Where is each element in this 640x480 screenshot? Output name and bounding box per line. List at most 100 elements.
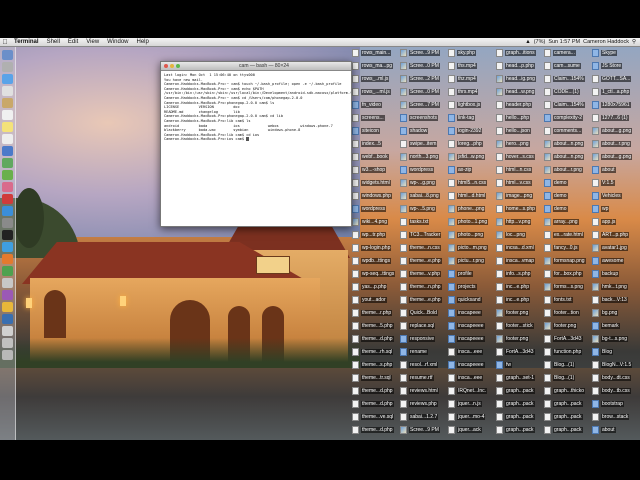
desktop-file-icon[interactable]: camera... xyxy=(544,48,590,57)
desktop-file-icon[interactable]: hmk...t.png xyxy=(592,282,638,291)
chrome-icon[interactable] xyxy=(2,266,13,276)
desktop-file-icon[interactable]: index...5 xyxy=(352,139,398,148)
desktop-file-icon[interactable]: about...g.png xyxy=(592,152,638,161)
desktop-file-icon[interactable]: theme...s.php xyxy=(352,360,398,369)
desktop-file-icon[interactable]: bg.png xyxy=(592,308,638,317)
desktop-file-icon[interactable]: siteicon xyxy=(352,126,398,135)
menu-terminal[interactable]: Terminal xyxy=(10,39,43,45)
desktop-file-icon[interactable]: footer.png xyxy=(496,308,542,317)
desktop-file-icon[interactable]: footer...tion xyxy=(544,308,590,317)
desktop-file-icon[interactable]: Quick...Bold xyxy=(400,308,446,317)
desktop-file-icon[interactable]: ART...p.php xyxy=(592,230,638,239)
terminal-output[interactable]: Last login: Mon Oct 1 15:06:40 on ttys00… xyxy=(161,71,351,226)
desktop-file-icon[interactable]: function.php xyxy=(544,347,590,356)
desktop-file-icon[interactable]: yout...ador xyxy=(352,295,398,304)
desktop-file-icon[interactable]: about...n.png xyxy=(544,152,590,161)
desktop-file-icon[interactable]: loc...png xyxy=(496,230,542,239)
menu-view[interactable]: View xyxy=(82,39,103,45)
app-icon[interactable] xyxy=(2,302,13,312)
desktop-file-icon[interactable]: widgets.html xyxy=(352,178,398,187)
desktop-file-icon[interactable]: forms...s.png xyxy=(544,282,590,291)
desktop-file-icon[interactable]: theme...n.css xyxy=(400,243,446,252)
desktop-file-icon[interactable]: quicksand xyxy=(448,295,494,304)
desktop-file-icon[interactable]: reviews.php xyxy=(400,399,446,408)
desktop-file-icon[interactable]: footer.png xyxy=(496,334,542,343)
desktop-file-icon[interactable]: rename xyxy=(400,347,446,356)
desktop-file-icon[interactable]: rows_...ml.js xyxy=(352,87,398,96)
desktop-file-icon[interactable]: wpdb...ttings xyxy=(352,256,398,265)
close-icon[interactable] xyxy=(164,64,168,68)
desktop-file-icon[interactable]: inscapeeee xyxy=(448,360,494,369)
desktop-file-icon[interactable]: complexity-2 xyxy=(544,113,590,122)
desktop-file-icon[interactable]: graph...pack xyxy=(496,412,542,421)
desktop-file-icon[interactable]: about...g.png xyxy=(592,126,638,135)
desktop-file-icon[interactable]: resol...rf.xml xyxy=(400,360,446,369)
desktop-file-icon[interactable]: thrs.mp4 xyxy=(448,87,494,96)
desktop-file-icon[interactable]: 1_ctl...a.php xyxy=(592,87,638,96)
desktop-file-icon[interactable]: head...w.png xyxy=(496,87,542,96)
desktop-file-icon[interactable]: theme...ve.sql xyxy=(352,412,398,421)
desktop-file-icon[interactable]: info...s.php xyxy=(496,269,542,278)
desktop-file-icon[interactable]: theme...rh.sql xyxy=(352,347,398,356)
desktop-file-icon[interactable]: sky.php xyxy=(448,48,494,57)
desktop-file-icon[interactable]: inc...e.php xyxy=(496,295,542,304)
desktop-file-icon[interactable]: profile xyxy=(448,269,494,278)
desktop-file-icon[interactable]: webf...book xyxy=(352,152,398,161)
mail-icon[interactable] xyxy=(2,86,13,96)
desktop-file-icon[interactable]: Scree...7 PM xyxy=(400,100,446,109)
desktop-file-icon[interactable]: wp...tr.php xyxy=(352,230,398,239)
desktop-file-icon[interactable]: hello...php xyxy=(496,113,542,122)
desktop-file-icon[interactable]: bg-t...s.png xyxy=(592,334,638,343)
desktop-file-icon[interactable]: fancy...0.js xyxy=(544,243,590,252)
desktop-file-icon[interactable]: rows_main... xyxy=(352,48,398,57)
terminal-icon[interactable] xyxy=(2,230,13,240)
desktop-file-icon[interactable]: about...r.png xyxy=(592,139,638,148)
desktop-file-icon[interactable]: resume.rtf xyxy=(400,373,446,382)
desktop-file-icon[interactable]: screenshots xyxy=(400,113,446,122)
desktop-file-icon[interactable]: head...ig.png xyxy=(496,74,542,83)
desktop-file-icon[interactable]: graph...pack xyxy=(544,399,590,408)
menu-help[interactable]: Help xyxy=(133,39,153,45)
desktop-file-icon[interactable]: insca...eee xyxy=(448,347,494,356)
desktop-file-icon[interactable]: wp-...g.png xyxy=(400,178,446,187)
menu-edit[interactable]: Edit xyxy=(64,39,82,45)
desktop-file-icon[interactable]: ths.mp4 xyxy=(448,61,494,70)
desktop-file-icon[interactable]: wordpress xyxy=(352,204,398,213)
desktop-file-icon[interactable]: tasks.txt xyxy=(400,217,446,226)
desktop-file-icon[interactable]: html...n.css xyxy=(496,165,542,174)
desktop-file-icon[interactable]: theme...r.php xyxy=(352,308,398,317)
desktop-file-icon[interactable]: Claim...154% xyxy=(544,100,590,109)
desktop-file-icon[interactable]: theme...d.php xyxy=(352,334,398,343)
desktop-file-icon[interactable]: brow...stack xyxy=(592,412,638,421)
preview-icon[interactable] xyxy=(2,278,13,288)
desktop-file-icon[interactable]: rows_ma...pg xyxy=(352,61,398,70)
desktop-file-icon[interactable]: responsive xyxy=(400,334,446,343)
desktop-file-icon[interactable]: phone...png xyxy=(448,204,494,213)
desktop-file-icon[interactable]: back...V:13 xyxy=(592,295,638,304)
user-name[interactable]: Cameron Haddock xyxy=(583,39,629,45)
desktop-file-icon[interactable]: jquer...mo-4 xyxy=(448,412,494,421)
terminal-titlebar[interactable]: cam — bash — 80×24 xyxy=(161,62,351,71)
desktop-file-icon[interactable]: FortA...3d43 xyxy=(496,347,542,356)
desktop-file-icon[interactable]: rows_..ml.js xyxy=(352,74,398,83)
desktop-file-icon[interactable]: insca...vmap xyxy=(496,256,542,265)
desktop-file-icon[interactable]: html5...n.css xyxy=(448,178,494,187)
spotlight-icon[interactable]: ⚲ xyxy=(632,39,636,45)
desktop-file-icon[interactable]: inc...e.php xyxy=(496,282,542,291)
desktop-file-icon[interactable]: inscapeeee xyxy=(448,321,494,330)
desktop-file-icon[interactable]: graph...pack xyxy=(496,399,542,408)
desktop-file-icon[interactable]: theme...d.php xyxy=(352,399,398,408)
desktop-file-icon[interactable]: comments... xyxy=(544,126,590,135)
desktop-file-icon[interactable]: login-2392 xyxy=(448,126,494,135)
desktop-file-icon[interactable]: html...v.css xyxy=(496,178,542,187)
desktop-file-icon[interactable]: sabai...8.png xyxy=(400,191,446,200)
desktop-file-icon[interactable]: Scree...9 PM xyxy=(400,425,446,434)
desktop-file-icon[interactable]: demo xyxy=(544,178,590,187)
desktop-file-icon[interactable]: wp-seq...ttings xyxy=(352,269,398,278)
desktop-file-icon[interactable]: array...png xyxy=(544,217,590,226)
safari-icon[interactable] xyxy=(2,74,13,84)
desktop-file-icon[interactable]: graph...set-1 xyxy=(496,373,542,382)
desktop-file-icon[interactable]: Scree...2 PM xyxy=(400,74,446,83)
desktop-file-icon[interactable]: lightbox.js xyxy=(448,100,494,109)
messages-icon[interactable] xyxy=(2,158,13,168)
